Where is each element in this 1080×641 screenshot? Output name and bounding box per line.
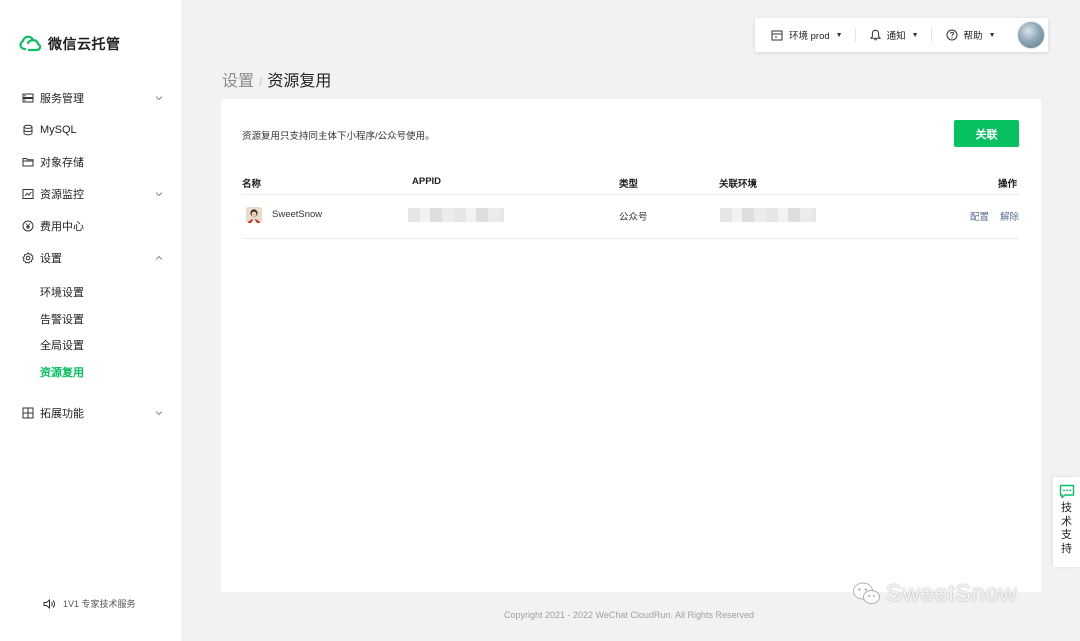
breadcrumb-separator: /	[259, 75, 263, 89]
sidebar: 微信云托管 服务管理 MySQL 对象存储 资源监控 费用中心 设置 环境设置 …	[0, 0, 181, 641]
column-header-appid: APPID	[412, 176, 442, 187]
help-label: 帮助	[963, 31, 983, 42]
sidebar-item-settings[interactable]: 设置	[22, 247, 164, 269]
column-header-ops: 操作	[998, 179, 1018, 190]
env-selector[interactable]: 环境 prod ▼	[755, 18, 855, 52]
caret-down-icon: ▼	[988, 31, 996, 39]
sidebar-item-label: 拓展功能	[40, 408, 84, 420]
sidebar-item-label: 服务管理	[40, 93, 84, 105]
sidebar-item-extensions[interactable]: 拓展功能	[22, 402, 164, 424]
sidebar-item-resource-monitor[interactable]: 资源监控	[22, 183, 164, 205]
appid-redacted	[408, 208, 504, 222]
monitor-icon	[22, 188, 34, 200]
page-description: 资源复用只支持同主体下小程序/公众号使用。	[242, 131, 435, 142]
divider	[854, 28, 856, 42]
expert-support-link[interactable]: 1V1 专家技术服务	[43, 597, 136, 610]
chat-icon	[1059, 484, 1074, 499]
sidebar-subitem-resource-reuse[interactable]: 资源复用	[40, 364, 84, 380]
caret-down-icon: ▼	[835, 31, 843, 39]
chevron-down-icon	[155, 192, 163, 197]
chevron-down-icon	[155, 411, 163, 416]
chevron-up-icon	[155, 255, 163, 260]
sidebar-item-label: 对象存储	[40, 157, 84, 169]
sidebar-item-object-storage[interactable]: 对象存储	[22, 151, 164, 173]
sidebar-item-label: 费用中心	[40, 221, 84, 233]
sidebar-item-label: 资源监控	[40, 189, 84, 201]
notification-button[interactable]: 通知 ▼	[869, 18, 931, 52]
link-button[interactable]: 关联	[954, 120, 1019, 147]
sidebar-subitem-env-settings[interactable]: 环境设置	[40, 284, 84, 300]
config-link[interactable]: 配置	[970, 209, 989, 223]
unlink-link[interactable]: 解除	[1000, 209, 1019, 223]
folder-icon	[22, 156, 34, 168]
help-button[interactable]: 帮助 ▼	[946, 18, 1008, 52]
footer-copyright: Copyright 2021 - 2022 WeChat CloudRun. A…	[504, 610, 754, 620]
breadcrumb-parent[interactable]: 设置	[222, 67, 254, 91]
database-icon	[22, 124, 34, 136]
sidebar-item-label: 设置	[40, 253, 62, 265]
sidebar-item-billing[interactable]: 费用中心	[22, 215, 164, 237]
table-header-divider	[242, 194, 1019, 195]
cloud-logo-icon	[19, 35, 42, 52]
column-header-type: 类型	[619, 179, 639, 190]
server-icon	[22, 92, 34, 104]
column-header-name: 名称	[242, 179, 262, 190]
app-title: 微信云托管	[48, 36, 121, 52]
app-avatar	[246, 207, 262, 223]
resource-reuse-panel: 资源复用只支持同主体下小程序/公众号使用。 关联 名称 APPID 类型 关联环…	[221, 99, 1041, 592]
sidebar-item-label: MySQL	[40, 124, 77, 136]
bell-icon	[869, 29, 881, 41]
gear-icon	[22, 252, 34, 264]
table-row-divider	[242, 238, 1019, 239]
row-type: 公众号	[619, 212, 648, 223]
help-circle-icon	[946, 29, 958, 41]
tech-support-label: 技术支持	[1061, 502, 1072, 555]
user-avatar[interactable]	[1017, 21, 1045, 49]
environment-icon	[771, 30, 783, 40]
yuan-icon	[22, 220, 34, 232]
column-header-env: 关联环境	[719, 179, 758, 190]
sidebar-subitem-global-settings[interactable]: 全局设置	[40, 337, 84, 353]
breadcrumb: 设置 / 资源复用	[222, 67, 331, 91]
expert-support-label: 1V1 专家技术服务	[63, 599, 136, 609]
chevron-down-icon	[155, 96, 163, 101]
page-title: 资源复用	[267, 73, 332, 90]
watermark-text: SweetSnow	[886, 580, 1018, 607]
caret-down-icon: ▼	[911, 31, 919, 39]
grid-icon	[22, 407, 34, 419]
env-selector-label: 环境 prod	[789, 31, 830, 42]
row-name: SweetSnow	[272, 209, 323, 220]
sidebar-item-service-management[interactable]: 服务管理	[22, 87, 164, 109]
sidebar-subitem-alert-settings[interactable]: 告警设置	[40, 311, 84, 327]
top-toolbar: 环境 prod ▼ 通知 ▼ 帮助 ▼	[755, 18, 1048, 52]
tech-support-tab[interactable]: 技术支持	[1053, 477, 1080, 567]
speaker-icon	[43, 598, 55, 609]
watermark: SweetSnow	[852, 580, 1017, 608]
notification-label: 通知	[886, 31, 906, 42]
divider	[930, 28, 932, 42]
app-logo[interactable]: 微信云托管	[18, 33, 121, 55]
env-redacted	[720, 208, 816, 222]
wechat-logo-icon	[853, 582, 880, 604]
sidebar-item-mysql[interactable]: MySQL	[22, 119, 164, 141]
